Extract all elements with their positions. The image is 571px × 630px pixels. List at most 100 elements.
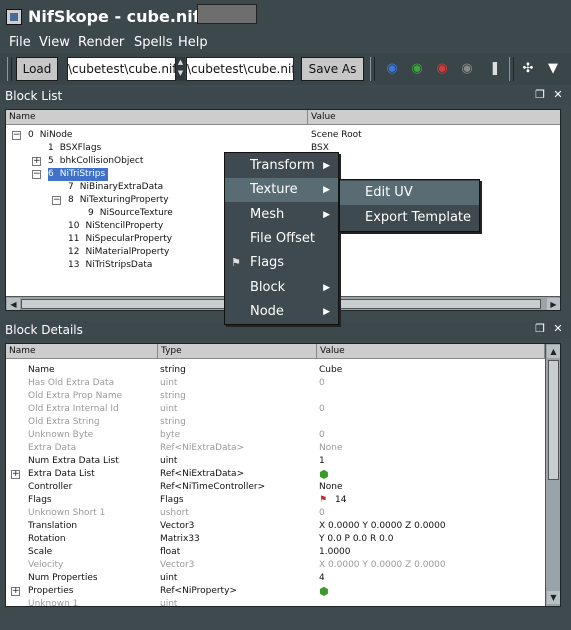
close-icon[interactable]: ✕	[551, 88, 565, 102]
footprints-icon[interactable]: ❚	[485, 62, 505, 76]
field-type: uint	[160, 456, 178, 466]
field-value[interactable]: 0	[319, 377, 325, 390]
collapse-icon[interactable]: −	[52, 196, 61, 205]
context-menu-item-block[interactable]: Block ▶	[225, 276, 338, 300]
detail-row[interactable]: Num Extra Data List uint 1	[6, 455, 544, 468]
field-value[interactable]: 0	[319, 403, 325, 416]
menu-help[interactable]: Help	[178, 35, 208, 50]
field-value[interactable]: None	[319, 481, 342, 494]
flag-icon[interactable]: ⚑	[319, 494, 327, 507]
field-value[interactable]: None	[319, 442, 342, 455]
block-number: 5	[48, 156, 54, 166]
context-menu-label: Flags	[250, 255, 285, 271]
detail-row[interactable]: Old Extra Internal Id uint 0	[6, 403, 544, 416]
context-menu-item-mesh[interactable]: Mesh ▶	[225, 203, 338, 227]
save-path-field[interactable]: \cubetest\cube.nif	[186, 57, 294, 81]
submenu-item-export-template[interactable]: Export Template	[340, 206, 479, 230]
detail-row[interactable]: Flags Flags ⚑ 14	[6, 494, 544, 507]
column-header-type[interactable]: Type	[158, 344, 317, 359]
detail-row[interactable]: Rotation Matrix33 Y 0.0 P 0.0 R 0.0	[6, 533, 544, 546]
context-menu-item-flags[interactable]: ⚑ Flags	[225, 251, 338, 275]
field-value[interactable]: 1.0000	[319, 546, 351, 559]
chevron-down-icon[interactable]: ▼	[543, 62, 563, 76]
menu-render[interactable]: Render	[78, 35, 124, 50]
field-value[interactable]: X 0.0000 Y 0.0000 Z 0.0000	[319, 559, 446, 572]
scroll-right-arrow[interactable]: ▶	[547, 298, 560, 310]
field-value[interactable]: Cube	[319, 364, 342, 377]
context-menu-item-transform[interactable]: Transform ▶	[225, 154, 338, 178]
detail-row[interactable]: Scale float 1.0000	[6, 546, 544, 559]
view-eye-red-icon[interactable]: ◉	[432, 62, 452, 76]
path-spinner[interactable]: ▲ ▼	[176, 57, 185, 81]
block-type-label: NiSourceTexture	[99, 208, 173, 218]
view-eye-green-icon[interactable]: ◉	[407, 62, 427, 76]
scroll-up-arrow[interactable]: ▲	[547, 345, 560, 358]
save-as-button[interactable]: Save As	[301, 57, 364, 81]
detail-row[interactable]: Has Old Extra Data uint 0	[6, 377, 544, 390]
float-icon[interactable]: ❐	[533, 88, 547, 102]
scroll-left-arrow[interactable]: ◀	[7, 298, 20, 310]
field-name: Translation	[28, 521, 78, 531]
menu-file[interactable]: File	[9, 35, 31, 50]
menu-view[interactable]: View	[39, 35, 70, 50]
scroll-down-arrow[interactable]: ▼	[547, 591, 560, 604]
detail-row[interactable]: Translation Vector3 X 0.0000 Y 0.0000 Z 0.…	[6, 520, 544, 533]
detail-row[interactable]: Unknown Short 1 ushort 0	[6, 507, 544, 520]
detail-row[interactable]: + Properties Ref<NiProperty> ⬢	[6, 585, 544, 598]
context-menu-item-node[interactable]: Node ▶	[225, 300, 338, 324]
link-icon[interactable]: ⬢	[319, 585, 329, 598]
expand-icon[interactable]: +	[32, 157, 41, 166]
menu-spells[interactable]: Spells	[134, 35, 173, 50]
toolbar-grip-2[interactable]	[370, 57, 375, 81]
submenu-arrow-icon: ▶	[323, 185, 330, 196]
expand-icon[interactable]: +	[11, 470, 20, 479]
detail-row[interactable]: Num Properties uint 4	[6, 572, 544, 585]
field-value[interactable]: 14	[335, 494, 346, 507]
collapse-icon[interactable]: −	[32, 170, 41, 179]
submenu-item-edit-uv[interactable]: Edit UV	[340, 181, 479, 205]
load-path-field[interactable]: \cubetest\cube.nif	[67, 57, 176, 81]
field-value[interactable]: 1	[319, 455, 325, 468]
vertical-scrollbar[interactable]: ▲ ▼	[545, 344, 560, 606]
link-icon[interactable]: ⬢	[319, 468, 329, 481]
detail-row[interactable]: Unknown Byte byte 0	[6, 429, 544, 442]
close-icon[interactable]: ✕	[551, 322, 565, 336]
detail-row[interactable]: Controller Ref<NiTimeController> None	[6, 481, 544, 494]
float-icon[interactable]: ❐	[533, 322, 547, 336]
field-name: Name	[28, 365, 55, 375]
column-header-value[interactable]: Value	[308, 110, 560, 125]
column-header-name[interactable]: Name	[6, 110, 308, 125]
detail-row[interactable]: Old Extra Prop Name string	[6, 390, 544, 403]
column-header-value[interactable]: Value	[317, 344, 545, 359]
context-menu-item-texture[interactable]: Texture ▶	[225, 178, 338, 203]
toolbar-grip-3[interactable]	[509, 57, 514, 81]
collapse-icon[interactable]: −	[12, 131, 21, 140]
detail-row[interactable]: Old Extra String string	[6, 416, 544, 429]
detail-row[interactable]: Velocity Vector3 X 0.0000 Y 0.0000 Z 0.000…	[6, 559, 544, 572]
detail-row[interactable]: + Extra Data List Ref<NiExtraData> ⬢	[6, 468, 544, 481]
block-list-row[interactable]: −0 NiNode Scene Root	[6, 129, 560, 142]
field-value[interactable]: Y 0.0 P 0.0 R 0.0	[319, 533, 393, 546]
field-value[interactable]: X 0.0000 Y 0.0000 Z 0.0000	[319, 520, 446, 533]
view-eye-grey-icon[interactable]: ◉	[457, 62, 477, 76]
column-header-name[interactable]: Name	[6, 344, 158, 359]
detail-row[interactable]: Extra Data Ref<NiExtraData> None	[6, 442, 544, 455]
toolbar: Load \cubetest\cube.nif ▲ ▼ \cubetest\cub…	[0, 53, 571, 85]
field-value[interactable]: 0	[319, 429, 325, 442]
field-name: Unknown 1	[28, 599, 79, 607]
detail-row[interactable]: Name string Cube	[6, 364, 544, 377]
expand-icon[interactable]: +	[11, 587, 20, 596]
load-button[interactable]: Load	[16, 57, 58, 81]
window-title: NifSkope - cube.nif	[28, 7, 200, 26]
detail-row[interactable]: Unknown 1 uint	[6, 598, 544, 607]
block-number: 8	[68, 195, 74, 205]
scroll-thumb[interactable]	[548, 360, 559, 480]
context-menu-item-file-offset[interactable]: File Offset	[225, 227, 338, 251]
move-icon[interactable]: ✣	[518, 62, 538, 76]
toolbar-grip[interactable]	[7, 57, 12, 81]
field-value[interactable]: 0	[319, 507, 325, 520]
view-eye-blue-icon[interactable]: ◉	[382, 62, 402, 76]
field-value[interactable]: 4	[319, 572, 325, 585]
field-type: Ref<NiExtraData>	[160, 443, 245, 453]
field-name: Extra Data List	[28, 469, 95, 479]
